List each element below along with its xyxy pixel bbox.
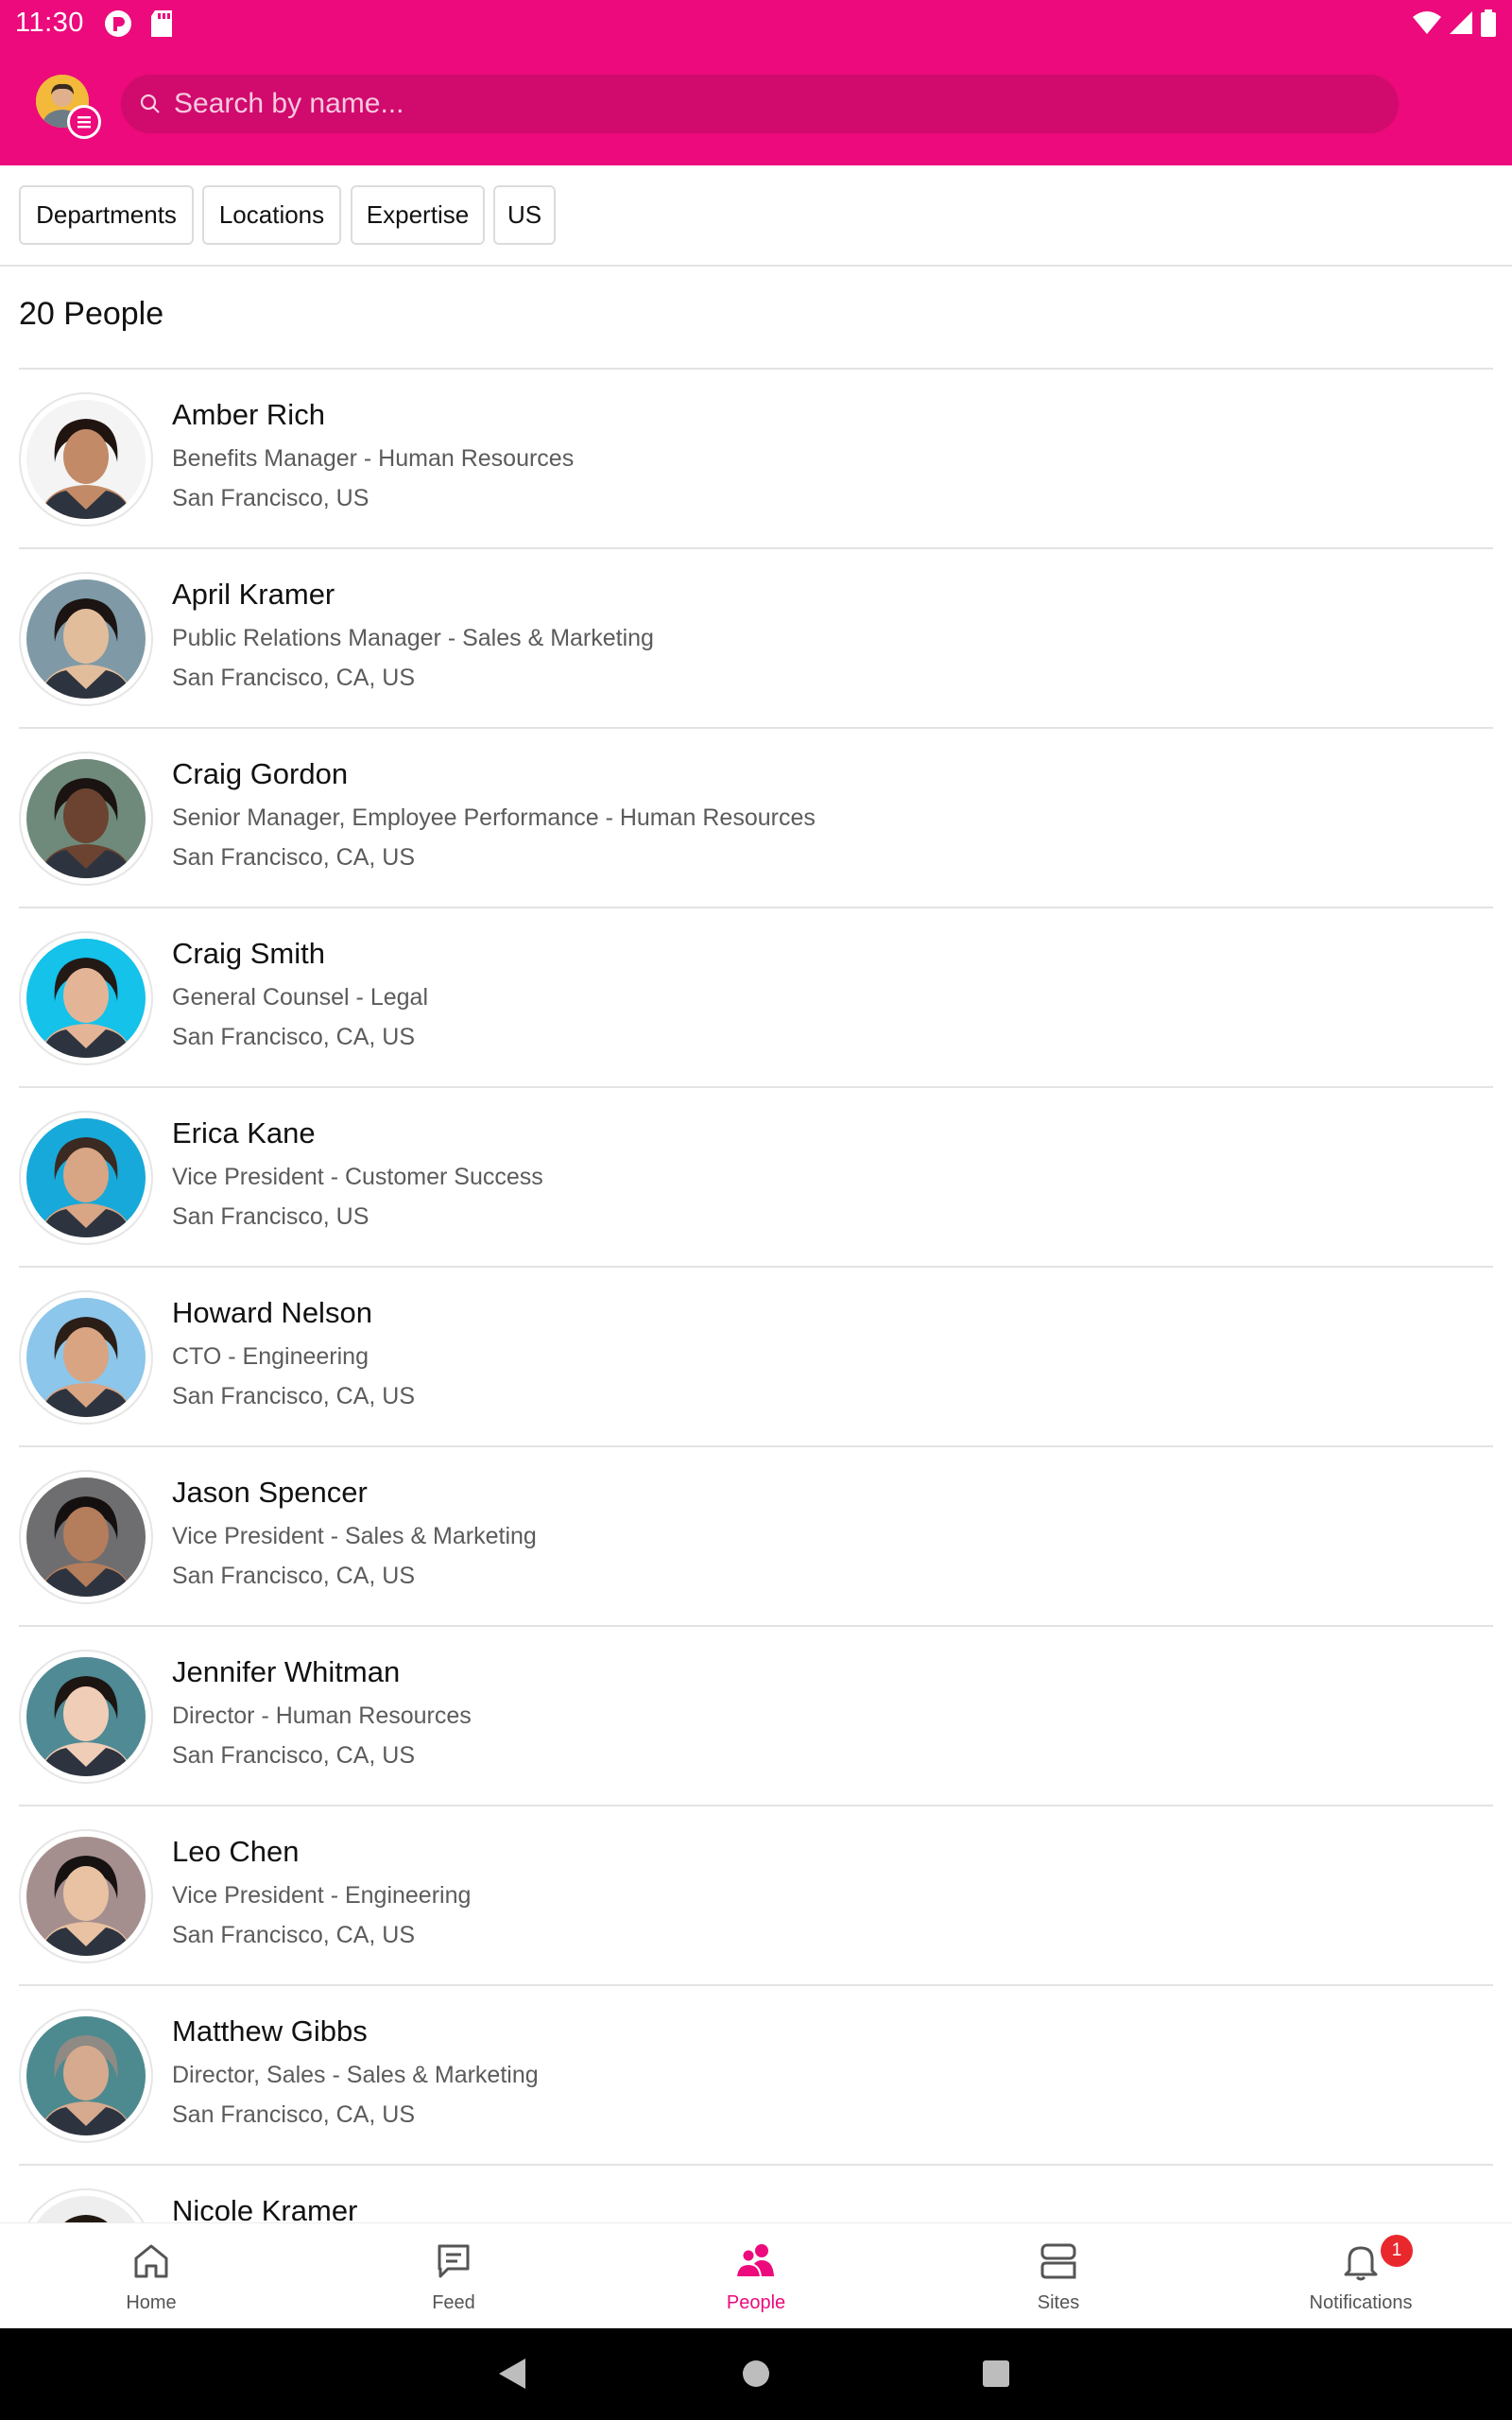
- person-location: San Francisco, CA, US: [172, 665, 416, 691]
- person-name[interactable]: Craig Smith: [172, 937, 325, 971]
- person-name[interactable]: April Kramer: [172, 578, 335, 612]
- tab-sites[interactable]: Sites: [907, 2223, 1210, 2329]
- wifi-icon: [1412, 9, 1442, 41]
- feed-icon: [433, 2240, 474, 2282]
- avatar: [19, 1470, 153, 1604]
- person-name[interactable]: Amber Rich: [172, 398, 325, 432]
- filter-bar: Departments Locations Expertise US: [0, 165, 1512, 267]
- recents-icon[interactable]: [981, 2357, 1011, 2395]
- app-notification-icon: [104, 9, 132, 43]
- person-location: San Francisco, CA, US: [172, 2101, 416, 2128]
- person-title: Senior Manager, Employee Performance - H…: [172, 804, 816, 831]
- person-location: San Francisco, CA, US: [172, 1383, 416, 1409]
- avatar: [19, 1829, 153, 1963]
- avatar: [19, 1111, 153, 1245]
- list-item[interactable]: Amber Rich Benefits Manager - Human Resou…: [19, 370, 1493, 549]
- list-item[interactable]: Erica Kane Vice President - Customer Succ…: [19, 1088, 1493, 1268]
- person-name[interactable]: Nicole Kramer: [172, 2194, 357, 2222]
- avatar: [19, 2188, 153, 2222]
- tab-label: Notifications: [1309, 2292, 1413, 2313]
- person-title: General Counsel - Legal: [172, 984, 428, 1011]
- avatar: [19, 1290, 153, 1425]
- search-icon: [140, 94, 161, 119]
- filter-expertise[interactable]: Expertise: [351, 185, 485, 245]
- sites-icon: [1038, 2240, 1079, 2282]
- person-title: Vice President - Engineering: [172, 1882, 472, 1909]
- tab-home[interactable]: Home: [0, 2223, 302, 2329]
- person-title: Director - Human Resources: [172, 1703, 472, 1729]
- avatar: [19, 1650, 153, 1784]
- list-item[interactable]: April Kramer Public Relations Manager - S…: [19, 549, 1493, 729]
- battery-icon: [1480, 9, 1497, 43]
- avatar: [19, 572, 153, 706]
- people-count: 20 People: [19, 296, 164, 332]
- person-location: San Francisco, CA, US: [172, 1024, 416, 1050]
- search-bar[interactable]: [121, 75, 1399, 133]
- person-location: San Francisco, CA, US: [172, 844, 416, 871]
- person-location: San Francisco, CA, US: [172, 1922, 416, 1948]
- bottom-navigation: Home Feed People Sites 1 Notifications: [0, 2222, 1512, 2328]
- app-header: 11:30: [0, 0, 1512, 165]
- person-title: Vice President - Customer Success: [172, 1164, 543, 1190]
- person-title: Director, Sales - Sales & Marketing: [172, 2062, 539, 2088]
- person-name[interactable]: Howard Nelson: [172, 1296, 372, 1330]
- person-location: San Francisco, US: [172, 485, 369, 511]
- search-input[interactable]: [174, 75, 1365, 133]
- status-bar: 11:30: [0, 0, 1512, 47]
- person-title: Public Relations Manager - Sales & Marke…: [172, 625, 654, 651]
- system-navigation-bar: [0, 2328, 1512, 2420]
- person-name[interactable]: Matthew Gibbs: [172, 2014, 368, 2048]
- list-item[interactable]: Nicole Kramer: [19, 2166, 1493, 2222]
- filter-departments[interactable]: Departments: [19, 185, 194, 245]
- avatar: [19, 392, 153, 527]
- person-title: CTO - Engineering: [172, 1343, 369, 1370]
- list-item[interactable]: Craig Smith General Counsel - Legal San Fr…: [19, 908, 1493, 1088]
- avatar: [19, 752, 153, 886]
- filter-country[interactable]: US: [493, 185, 556, 245]
- people-icon: [734, 2240, 777, 2282]
- tab-label: Home: [126, 2292, 177, 2313]
- menu-icon[interactable]: [67, 105, 101, 139]
- home-icon: [130, 2240, 172, 2282]
- home-circle-icon[interactable]: [741, 2357, 771, 2395]
- person-name[interactable]: Jason Spencer: [172, 1476, 368, 1510]
- cell-signal-icon: [1448, 9, 1474, 41]
- person-name[interactable]: Craig Gordon: [172, 757, 348, 791]
- person-name[interactable]: Erica Kane: [172, 1116, 316, 1150]
- person-name[interactable]: Jennifer Whitman: [172, 1655, 400, 1689]
- sd-card-icon: [149, 9, 174, 43]
- tab-label: Sites: [1037, 2292, 1080, 2313]
- avatar: [19, 931, 153, 1065]
- tab-label: Feed: [432, 2292, 475, 2313]
- tab-notifications[interactable]: 1 Notifications: [1210, 2223, 1512, 2329]
- person-name[interactable]: Leo Chen: [172, 1835, 299, 1869]
- person-location: San Francisco, US: [172, 1203, 369, 1230]
- list-item[interactable]: Jennifer Whitman Director - Human Resourc…: [19, 1627, 1493, 1806]
- person-title: Benefits Manager - Human Resources: [172, 445, 575, 472]
- list-item[interactable]: Leo Chen Vice President - Engineering San …: [19, 1806, 1493, 1986]
- notification-badge: 1: [1381, 2235, 1413, 2267]
- tab-feed[interactable]: Feed: [302, 2223, 605, 2329]
- bell-icon: [1340, 2240, 1382, 2282]
- filter-locations[interactable]: Locations: [202, 185, 341, 245]
- list-item[interactable]: Jason Spencer Vice President - Sales & Ma…: [19, 1447, 1493, 1627]
- person-location: San Francisco, CA, US: [172, 1742, 416, 1769]
- people-list[interactable]: Amber Rich Benefits Manager - Human Resou…: [0, 370, 1512, 2222]
- list-item[interactable]: Matthew Gibbs Director, Sales - Sales & M…: [19, 1986, 1493, 2166]
- back-icon[interactable]: [497, 2357, 527, 2395]
- tab-label: People: [726, 2292, 786, 2313]
- person-location: San Francisco, CA, US: [172, 1563, 416, 1589]
- tab-people[interactable]: People: [605, 2223, 907, 2329]
- list-item[interactable]: Craig Gordon Senior Manager, Employee Per…: [19, 729, 1493, 908]
- status-time: 11:30: [15, 8, 84, 38]
- person-title: Vice President - Sales & Marketing: [172, 1523, 537, 1549]
- list-item[interactable]: Howard Nelson CTO - Engineering San Franci…: [19, 1268, 1493, 1447]
- avatar: [19, 2009, 153, 2143]
